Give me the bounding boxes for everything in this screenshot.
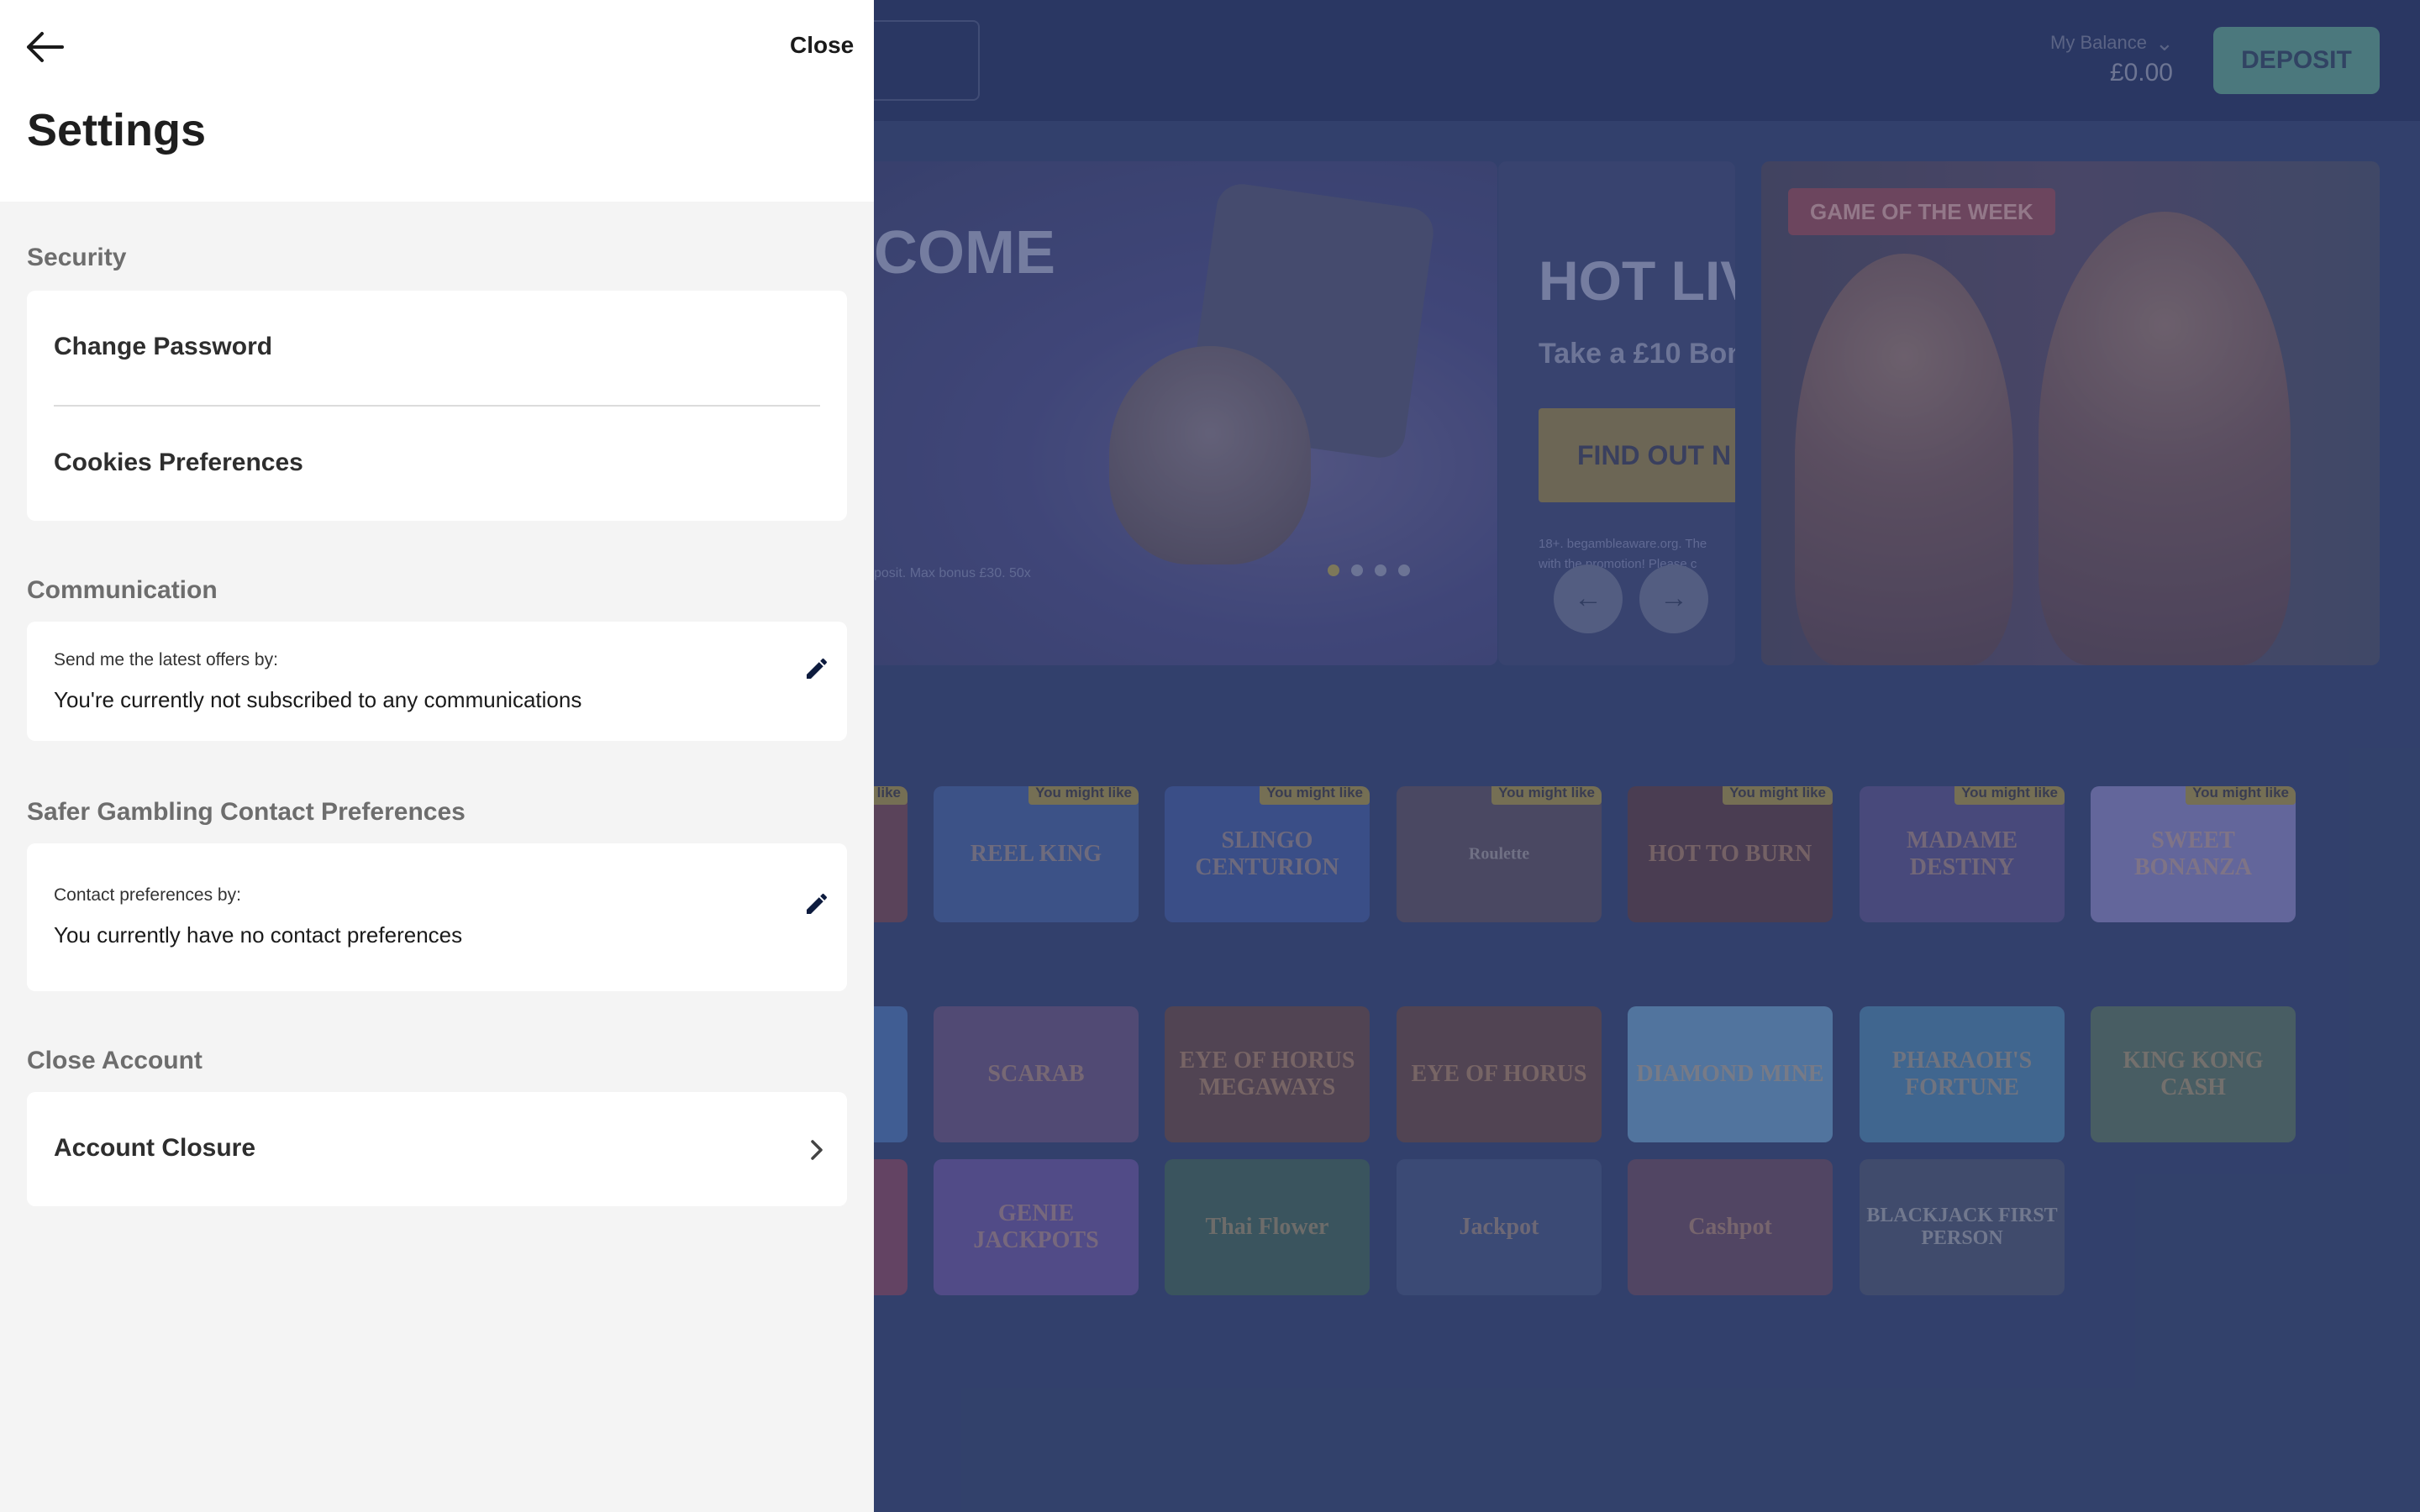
modal-overlay[interactable]: [874, 0, 2420, 1512]
safer-gambling-card: Contact preferences by: You currently ha…: [27, 843, 847, 991]
edit-safer-gambling-button[interactable]: [803, 890, 830, 917]
communication-value: You're currently not subscribed to any c…: [54, 687, 582, 712]
drawer-body: Security Change Password Cookies Prefere…: [0, 202, 874, 1512]
safer-gambling-value: You currently have no contact preference…: [54, 922, 463, 948]
settings-drawer: Close Settings Security Change Password …: [0, 0, 874, 1512]
drawer-header: Close Settings: [0, 0, 874, 202]
safer-gambling-heading: Safer Gambling Contact Preferences: [27, 798, 466, 826]
divider: [54, 405, 820, 407]
arrow-left-icon: [27, 32, 64, 62]
communication-card: Send me the latest offers by: You're cur…: [27, 622, 847, 741]
account-closure-link[interactable]: Account Closure: [54, 1134, 255, 1163]
change-password-link[interactable]: Change Password: [54, 333, 272, 361]
pencil-icon: [807, 893, 828, 914]
communication-label: Send me the latest offers by:: [54, 650, 278, 669]
back-button[interactable]: [25, 30, 66, 64]
account-closure-card[interactable]: Account Closure: [27, 1092, 847, 1206]
edit-communication-button[interactable]: [803, 655, 830, 682]
pencil-icon: [807, 658, 828, 679]
cookies-preferences-link[interactable]: Cookies Preferences: [54, 449, 303, 477]
safer-gambling-label: Contact preferences by:: [54, 885, 241, 905]
page-title: Settings: [27, 105, 207, 155]
close-account-heading: Close Account: [27, 1047, 203, 1074]
close-button[interactable]: Close: [790, 32, 854, 59]
security-heading: Security: [27, 244, 127, 271]
security-card: Change Password Cookies Preferences: [27, 291, 847, 521]
chevron-right-icon: [807, 1137, 827, 1163]
communication-heading: Communication: [27, 576, 218, 604]
